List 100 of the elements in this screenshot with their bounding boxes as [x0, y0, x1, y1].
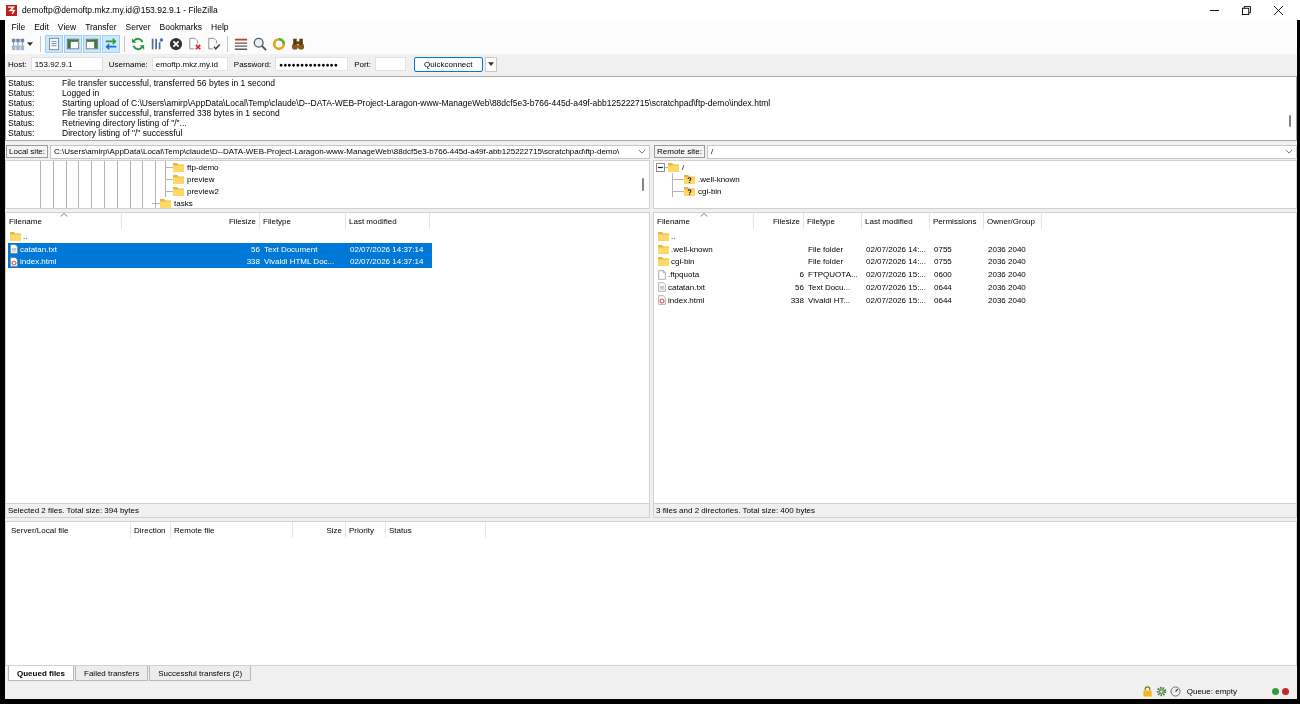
binoculars-icon: [291, 37, 305, 51]
menu-item[interactable]: Help: [206, 21, 234, 33]
modified-date: 02/07/2026 15:...: [866, 282, 927, 292]
unknown-folder-icon: [684, 174, 695, 184]
column-header[interactable]: Last modified: [349, 216, 397, 226]
menu-item[interactable]: View: [53, 21, 81, 33]
cancel-button[interactable]: [167, 35, 185, 53]
file-type: File folder: [808, 257, 844, 267]
scrollbar-thumb[interactable]: [1289, 115, 1291, 127]
html-file-icon: [658, 295, 666, 306]
scrollbar-thumb[interactable]: [642, 178, 644, 191]
caret-icon: [27, 42, 33, 46]
log-panel-icon: [47, 37, 61, 51]
path-field[interactable]: /: [706, 144, 1297, 159]
folder-icon: [173, 162, 184, 172]
column-header[interactable]: Server/Local file: [11, 525, 69, 535]
file-row[interactable]: .well-known File folder 02/07/2026 14:... 0755 2036 2040: [656, 242, 1044, 256]
file-row[interactable]: ..: [8, 230, 432, 243]
disconnect-button[interactable]: [186, 35, 204, 53]
log-type-label: Status:: [8, 98, 36, 108]
log-message: File transfer successful, transferred 56 bytes in 1 second: [62, 78, 276, 88]
queue-bars-icon: [150, 37, 164, 51]
file-row[interactable]: index.html 338 Vivaldi HT... 02/07/2026 15:... 0644 2036 2040: [656, 293, 1044, 307]
tree-item[interactable]: preview: [173, 174, 217, 184]
file-row[interactable]: catatan.txt 56 Text Document 02/07/2026 14:37:14: [8, 242, 432, 256]
site-label: Remote site:: [654, 145, 705, 158]
file-row[interactable]: ..: [656, 230, 1044, 243]
file-type: File folder: [808, 244, 844, 254]
column-header[interactable]: Direction: [134, 525, 166, 535]
file-type: Text Docu...: [808, 282, 851, 292]
chevron-down-icon: [1285, 149, 1293, 154]
column-header[interactable]: Filesize: [772, 216, 800, 226]
folder-icon: [658, 244, 669, 254]
refresh-button[interactable]: [129, 35, 147, 53]
filter-icon: [234, 37, 248, 51]
file-row[interactable]: catatan.txt 56 Text Docu... 02/07/2026 15:... 0644 2036 2040: [656, 281, 1044, 294]
compare-button[interactable]: [251, 35, 269, 53]
folder-icon: [173, 186, 184, 196]
text-file-icon: [658, 282, 666, 293]
owner-group-text: 2036 2040: [988, 270, 1026, 280]
file-row[interactable]: .ftpquota 6 FTPQUOTA... 02/07/2026 15:... 0600 2036 2040: [656, 268, 1044, 281]
column-header[interactable]: Owner/Group: [987, 216, 1036, 226]
permissions-text: 0644: [934, 295, 952, 305]
path-field[interactable]: C:\Users\amirp\AppData\Local\Temp\claude\D--DATA-WEB-Project-Laragon-www-ManageWeb\88dcf5e3-b766-445d-a49f-abb125222715\scratchpad\ftp-demo\: [50, 144, 650, 159]
column-header[interactable]: Filetype: [263, 216, 291, 226]
file-type: FTPQUOTA...: [808, 270, 858, 280]
queue-tab[interactable]: Queued files: [8, 666, 74, 681]
folder-icon: [160, 198, 171, 208]
file-size: 6: [799, 270, 804, 280]
column-header[interactable]: Filename: [9, 216, 42, 226]
restore-icon: [1241, 5, 1251, 15]
host-label: Host:: [8, 59, 27, 69]
collapse-icon[interactable]: [656, 162, 665, 172]
column-header[interactable]: Remote file: [174, 525, 215, 535]
column-header[interactable]: Size: [326, 525, 342, 535]
column-header[interactable]: Status: [389, 525, 412, 535]
file-name: index.html: [668, 295, 705, 305]
tree-item[interactable]: .well-known: [684, 174, 742, 184]
file-size: 338: [246, 257, 260, 267]
queue-tab[interactable]: Failed transfers: [75, 666, 149, 681]
gear-icon: [1155, 685, 1167, 697]
transfer-queue-toggle[interactable]: [102, 35, 120, 53]
menu-item[interactable]: File: [7, 21, 30, 33]
port-field[interactable]: [375, 57, 407, 71]
tree-item[interactable]: preview2: [173, 186, 221, 196]
close-icon: [1273, 5, 1283, 15]
file-size: 56: [795, 282, 804, 292]
column-header[interactable]: Filename: [657, 216, 690, 226]
owner-group-text: 2036 2040: [988, 257, 1026, 267]
tree-item[interactable]: /: [668, 162, 687, 172]
left-tree-panel-icon: [66, 37, 80, 51]
queue-tab[interactable]: Successful transfers (2): [149, 666, 252, 681]
menu-item[interactable]: Edit: [29, 21, 54, 33]
local-tree-toggle[interactable]: [64, 35, 82, 53]
quickconnect-button[interactable]: Quickconnect: [414, 56, 483, 72]
tree-item[interactable]: tasks: [160, 198, 195, 208]
menu-item[interactable]: Bookmarks: [155, 21, 207, 33]
column-header[interactable]: Priority: [349, 525, 374, 535]
permissions-text: 0755: [934, 244, 952, 254]
column-header[interactable]: Permissions: [933, 216, 977, 226]
log-type-label: Status:: [8, 128, 36, 138]
username-field[interactable]: emoftp.mkz.my.id: [151, 57, 228, 71]
reconnect-button[interactable]: [205, 35, 223, 53]
file-name: ..: [23, 231, 28, 241]
file-row[interactable]: cgi-bin File folder 02/07/2026 14:... 0755 2036 2040: [656, 255, 1044, 269]
tree-item[interactable]: ftp-demo: [173, 162, 221, 172]
column-header[interactable]: Last modified: [865, 216, 913, 226]
menu-item[interactable]: Server: [121, 21, 156, 33]
text-file-icon: [10, 244, 18, 255]
remote-tree-toggle[interactable]: [83, 35, 101, 53]
column-header[interactable]: Filesize: [228, 216, 256, 226]
column-header[interactable]: Filetype: [807, 216, 835, 226]
transfer-arrows-icon: [104, 37, 118, 51]
right-tree-panel-icon: [85, 37, 99, 51]
message-log-toggle[interactable]: [45, 35, 63, 53]
host-field[interactable]: 153.92.9.1: [30, 57, 103, 71]
tree-item[interactable]: cgi-bin: [684, 186, 724, 196]
menu-item[interactable]: Transfer: [80, 21, 121, 33]
quickconnect-dropdown[interactable]: [484, 56, 497, 72]
password-label: Password:: [233, 59, 272, 69]
